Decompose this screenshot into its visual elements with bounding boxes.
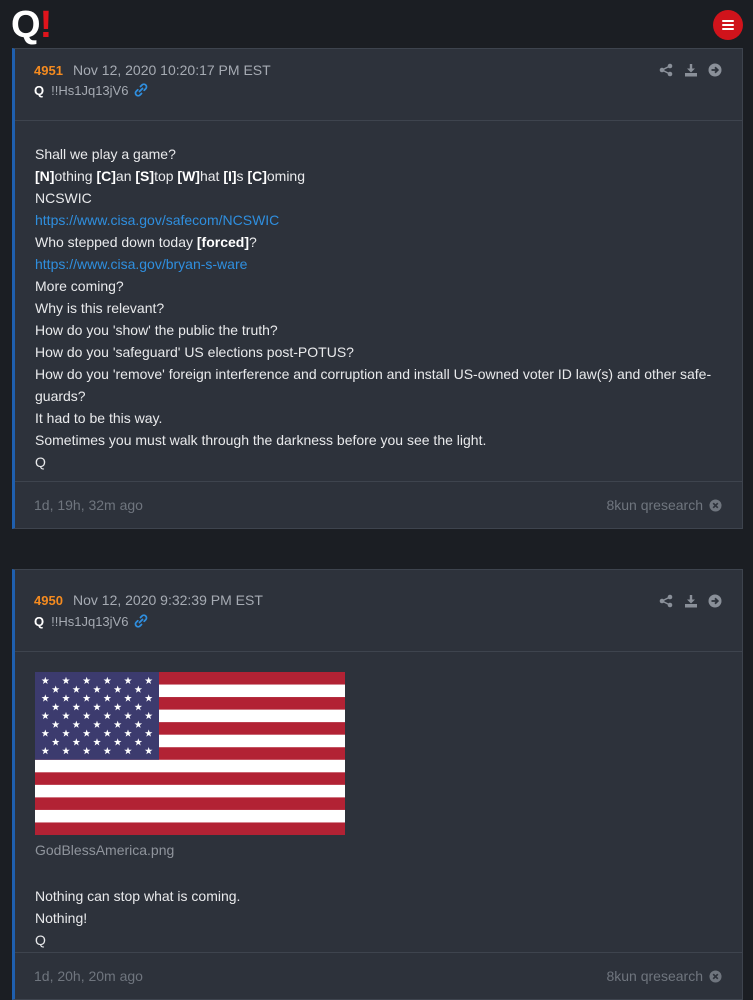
post-age: 1d, 20h, 20m ago	[34, 968, 143, 984]
close-circle-icon[interactable]	[709, 499, 722, 512]
external-link[interactable]: https://www.cisa.gov/safecom/NCSWIC	[35, 212, 279, 228]
us-flag-image[interactable]	[35, 672, 345, 835]
post-actions	[653, 592, 722, 608]
bold-letter: [C]	[96, 168, 116, 184]
share-icon[interactable]	[659, 594, 673, 608]
download-icon[interactable]	[684, 63, 698, 77]
text: s	[236, 168, 248, 184]
post-date: Nov 12, 2020 9:32:39 PM EST	[73, 592, 263, 608]
bold-letter: [C]	[247, 168, 267, 184]
post-line: Nothing can stop what is coming.	[35, 888, 241, 904]
author-name: Q	[34, 614, 45, 629]
tripcode: !!Hs1Jq13jV6	[51, 83, 129, 98]
logo-exclamation: !	[39, 4, 53, 46]
post-line: More coming?	[35, 278, 124, 294]
post-line: [N]othing [C]an [S]top [W]hat [I]s [C]om…	[35, 165, 722, 187]
post-line: Why is this relevant?	[35, 300, 165, 316]
source-label: 8kun qresearch	[606, 968, 703, 984]
post-card: 4950 Nov 12, 2020 9:32:39 PM EST Q !!Hs1J…	[12, 569, 743, 1000]
post-line: https://www.cisa.gov/bryan-s-ware	[35, 253, 722, 275]
post-line: Shall we play a game?	[35, 146, 176, 162]
text: othing	[54, 168, 97, 184]
bold-letter: [S]	[135, 168, 155, 184]
post-header: 4951 Nov 12, 2020 10:20:17 PM EST Q !!Hs1…	[15, 49, 742, 121]
post-actions	[653, 61, 722, 77]
post-source[interactable]: 8kun qresearch	[606, 968, 722, 984]
site-logo[interactable]: Q!	[11, 4, 53, 46]
menu-icon-bar	[722, 28, 734, 30]
post-card: 4951 Nov 12, 2020 10:20:17 PM EST Q !!Hs1…	[12, 48, 743, 529]
post-line: How do you 'show' the public the truth?	[35, 322, 278, 338]
arrow-circle-icon[interactable]	[708, 63, 722, 77]
post-footer: 1d, 20h, 20m ago 8kun qresearch	[15, 952, 742, 999]
source-label: 8kun qresearch	[606, 497, 703, 513]
post-line: Nothing!	[35, 910, 88, 926]
post-line: It had to be this way.	[35, 410, 163, 426]
post-line: Sometimes you must walk through the dark…	[35, 432, 487, 448]
post-date: Nov 12, 2020 10:20:17 PM EST	[73, 62, 271, 78]
post-line: Q	[35, 932, 46, 948]
close-circle-icon[interactable]	[709, 970, 722, 983]
post-line: https://www.cisa.gov/safecom/NCSWIC	[35, 209, 722, 231]
menu-icon-bar	[722, 24, 734, 26]
arrow-circle-icon[interactable]	[708, 594, 722, 608]
menu-icon	[722, 20, 734, 22]
text: ?	[249, 234, 257, 250]
menu-button[interactable]	[713, 10, 743, 40]
post-footer: 1d, 19h, 32m ago 8kun qresearch	[15, 481, 742, 528]
post-age: 1d, 19h, 32m ago	[34, 497, 143, 513]
tripcode: !!Hs1Jq13jV6	[51, 614, 129, 629]
text: Who stepped down today	[35, 234, 197, 250]
post-author: Q !!Hs1Jq13jV6	[34, 83, 128, 98]
text: hat	[199, 168, 224, 184]
top-bar: Q!	[0, 0, 753, 51]
text: an	[115, 168, 136, 184]
link-icon[interactable]	[133, 82, 149, 98]
bold-text: [forced]	[196, 234, 250, 250]
share-icon[interactable]	[659, 63, 673, 77]
bold-letter: [N]	[35, 168, 55, 184]
post-author: Q !!Hs1Jq13jV6	[34, 614, 128, 629]
image-filename[interactable]: GodBlessAmerica.png	[35, 839, 722, 861]
bold-letter: [I]	[223, 168, 237, 184]
post-line: How do you 'remove' foreign interference…	[35, 366, 712, 382]
post-line: guards?	[35, 388, 86, 404]
post-body: Shall we play a game? [N]othing [C]an [S…	[15, 121, 742, 473]
post-number[interactable]: 4951	[34, 63, 63, 78]
external-link[interactable]: https://www.cisa.gov/bryan-s-ware	[35, 256, 247, 272]
post-line: Q	[35, 454, 46, 470]
text: oming	[266, 168, 306, 184]
post-header: 4950 Nov 12, 2020 9:32:39 PM EST Q !!Hs1J…	[15, 570, 742, 652]
post-line: How do you 'safeguard' US elections post…	[35, 344, 354, 360]
text: top	[154, 168, 178, 184]
post-body: GodBlessAmerica.png Nothing can stop wha…	[15, 652, 742, 951]
post-line: NCSWIC	[35, 190, 92, 206]
logo-q: Q	[11, 4, 41, 46]
post-line: Who stepped down today [forced]?	[35, 231, 722, 253]
bold-letter: [W]	[177, 168, 200, 184]
post-source[interactable]: 8kun qresearch	[606, 497, 722, 513]
author-name: Q	[34, 83, 45, 98]
download-icon[interactable]	[684, 594, 698, 608]
link-icon[interactable]	[133, 613, 149, 629]
post-number[interactable]: 4950	[34, 593, 63, 608]
